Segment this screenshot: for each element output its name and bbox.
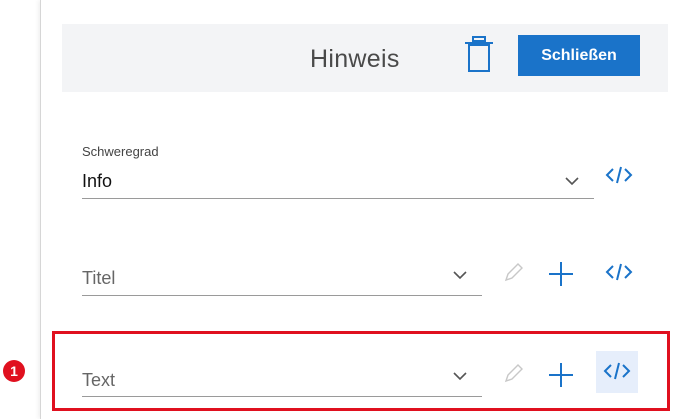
pencil-icon [504,364,523,383]
plus-icon[interactable] [548,362,574,388]
severity-code-button[interactable] [598,155,640,197]
text-code-button[interactable] [596,351,638,393]
severity-value[interactable]: Info [82,171,112,192]
plus-icon[interactable] [548,261,574,287]
delete-button[interactable] [461,35,497,75]
code-icon [605,263,633,281]
trash-icon [465,36,493,72]
pencil-icon [504,263,523,282]
text-input[interactable]: Text [82,370,115,391]
highlight-frame [52,331,670,411]
chevron-down-icon[interactable] [452,270,468,280]
panel-title: Hinweis [310,45,400,73]
close-button[interactable]: Schließen [518,35,640,76]
severity-label: Schweregrad [82,144,159,159]
text-underline [82,396,482,397]
title-underline [82,295,482,296]
code-icon [605,166,633,184]
title-input[interactable]: Titel [82,268,115,289]
title-code-button[interactable] [598,252,640,294]
callout-badge: 1 [3,360,25,382]
chevron-down-icon[interactable] [564,176,580,186]
page: Hinweis Schließen Schweregrad Info Titel [0,0,678,419]
severity-underline [82,198,594,199]
chevron-down-icon[interactable] [452,371,468,381]
code-icon [603,362,631,380]
